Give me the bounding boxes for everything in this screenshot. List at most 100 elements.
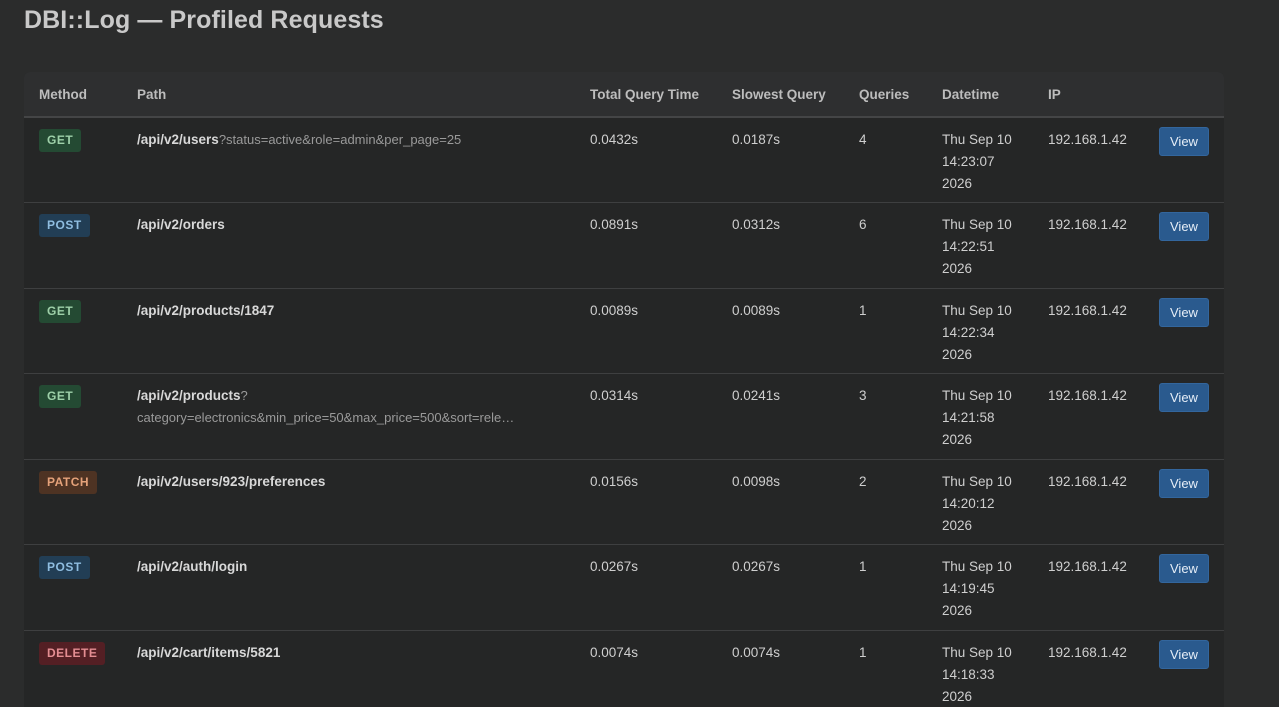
datetime-cell: Thu Sep 10 14:19:45 2026 <box>927 544 1033 631</box>
view-button[interactable]: View <box>1159 554 1209 583</box>
view-button[interactable]: View <box>1159 468 1209 498</box>
table-row: POST /api/v2/auth/login 0.0267s 0.0267s … <box>24 544 1224 631</box>
page: DBI::Log — Profiled Requests Method Path… <box>0 0 1279 707</box>
table-row: DELETE /api/v2/cart/items/5821 0.0074s 0… <box>24 630 1224 707</box>
method-cell: GET <box>24 373 122 460</box>
page-title: DBI::Log — Profiled Requests <box>24 6 384 34</box>
datetime-cell: Thu Sep 10 14:21:58 2026 <box>927 373 1033 460</box>
query-count: 4 <box>844 117 927 203</box>
path-query-continued: category=electronics&min_price=50&max_pr… <box>137 410 515 425</box>
total-query-time: 0.0432s <box>575 117 717 203</box>
datetime: Thu Sep 10 14:19:45 2026 <box>942 559 1012 618</box>
slowest-query: 0.0098s <box>717 459 844 545</box>
actions-cell: View <box>1144 288 1224 374</box>
ip-address: 192.168.1.42 <box>1033 373 1144 460</box>
view-button[interactable]: View <box>1159 212 1209 241</box>
path-cell: /api/v2/products? category=electronics&m… <box>122 373 575 460</box>
requests-table: Method Path Total Query Time Slowest Que… <box>24 72 1224 707</box>
slowest-query: 0.0241s <box>717 373 844 460</box>
view-button[interactable]: View <box>1159 297 1209 327</box>
column-header-ip[interactable]: IP <box>1033 72 1144 118</box>
query-count: 1 <box>844 288 927 374</box>
path-base: /api/v2/users/923/preferences <box>137 473 326 489</box>
slowest-query: 0.0187s <box>717 117 844 203</box>
column-header-actions <box>1144 72 1224 118</box>
actions-cell: View <box>1144 630 1224 707</box>
ip-address: 192.168.1.42 <box>1033 459 1144 545</box>
column-header-total-query-time[interactable]: Total Query Time <box>575 72 717 118</box>
path-cell: /api/v2/cart/items/5821 <box>122 630 575 707</box>
actions-cell: View <box>1144 117 1224 203</box>
datetime-cell: Thu Sep 10 14:23:07 2026 <box>927 117 1033 203</box>
path-base: /api/v2/products <box>137 388 241 403</box>
total-query-time: 0.0267s <box>575 544 717 631</box>
path-cell: /api/v2/auth/login <box>122 544 575 631</box>
view-button[interactable]: View <box>1159 127 1209 156</box>
path-cell: /api/v2/users/923/preferences <box>122 459 575 545</box>
ip-address: 192.168.1.42 <box>1033 288 1144 374</box>
method-cell: POST <box>24 544 122 631</box>
slowest-query: 0.0074s <box>717 630 844 707</box>
method-badge: GET <box>39 299 82 323</box>
table-row: POST /api/v2/orders 0.0891s 0.0312s 6 Th… <box>24 202 1224 289</box>
datetime: Thu Sep 10 14:18:33 2026 <box>942 644 1012 704</box>
slowest-query: 0.0312s <box>717 202 844 289</box>
datetime-cell: Thu Sep 10 14:18:33 2026 <box>927 630 1033 707</box>
ip-address: 192.168.1.42 <box>1033 117 1144 203</box>
path-query: ?status=active&role=admin&per_page=25 <box>218 132 462 147</box>
method-cell: DELETE <box>24 630 122 707</box>
path-query: ? <box>240 388 248 403</box>
slowest-query: 0.0089s <box>717 288 844 374</box>
table-row: GET /api/v2/products? category=electroni… <box>24 373 1224 460</box>
table-header-row: Method Path Total Query Time Slowest Que… <box>24 72 1224 118</box>
total-query-time: 0.0089s <box>575 288 717 374</box>
ip-address: 192.168.1.42 <box>1033 202 1144 289</box>
table-row: PATCH /api/v2/users/923/preferences 0.01… <box>24 459 1224 545</box>
datetime: Thu Sep 10 14:22:51 2026 <box>942 217 1012 276</box>
method-badge: GET <box>39 385 82 408</box>
path-base: /api/v2/orders <box>137 217 225 232</box>
method-badge: POST <box>39 556 90 579</box>
datetime: Thu Sep 10 14:20:12 2026 <box>942 473 1012 533</box>
datetime: Thu Sep 10 14:22:34 2026 <box>942 302 1012 362</box>
actions-cell: View <box>1144 544 1224 631</box>
path-cell: /api/v2/users?status=active&role=admin&p… <box>122 117 575 203</box>
table-row: GET /api/v2/products/1847 0.0089s 0.0089… <box>24 288 1224 374</box>
table-row: GET /api/v2/users?status=active&role=adm… <box>24 117 1224 203</box>
slowest-query: 0.0267s <box>717 544 844 631</box>
column-header-datetime[interactable]: Datetime <box>927 72 1033 118</box>
actions-cell: View <box>1144 373 1224 460</box>
view-button[interactable]: View <box>1159 383 1209 412</box>
total-query-time: 0.0156s <box>575 459 717 545</box>
method-cell: GET <box>24 117 122 203</box>
method-badge: DELETE <box>39 641 106 665</box>
method-cell: PATCH <box>24 459 122 545</box>
actions-cell: View <box>1144 202 1224 289</box>
column-header-path[interactable]: Path <box>122 72 575 118</box>
path-base: /api/v2/users <box>137 132 219 147</box>
path-base: /api/v2/cart/items/5821 <box>137 644 281 660</box>
ip-address: 192.168.1.42 <box>1033 544 1144 631</box>
column-header-slowest-query[interactable]: Slowest Query <box>717 72 844 118</box>
column-header-method[interactable]: Method <box>24 72 122 118</box>
query-count: 3 <box>844 373 927 460</box>
column-header-queries[interactable]: Queries <box>844 72 927 118</box>
path-base: /api/v2/products/1847 <box>137 302 275 318</box>
query-count: 1 <box>844 544 927 631</box>
method-badge: PATCH <box>39 470 98 494</box>
total-query-time: 0.0891s <box>575 202 717 289</box>
total-query-time: 0.0074s <box>575 630 717 707</box>
requests-table-container: Method Path Total Query Time Slowest Que… <box>24 72 1224 707</box>
path-base: /api/v2/auth/login <box>137 559 248 574</box>
actions-cell: View <box>1144 459 1224 545</box>
query-count: 1 <box>844 630 927 707</box>
method-cell: GET <box>24 288 122 374</box>
total-query-time: 0.0314s <box>575 373 717 460</box>
method-badge: POST <box>39 214 90 237</box>
view-button[interactable]: View <box>1159 639 1209 669</box>
datetime: Thu Sep 10 14:23:07 2026 <box>942 132 1012 191</box>
datetime-cell: Thu Sep 10 14:22:51 2026 <box>927 202 1033 289</box>
datetime: Thu Sep 10 14:21:58 2026 <box>942 388 1012 447</box>
query-count: 2 <box>844 459 927 545</box>
method-cell: POST <box>24 202 122 289</box>
